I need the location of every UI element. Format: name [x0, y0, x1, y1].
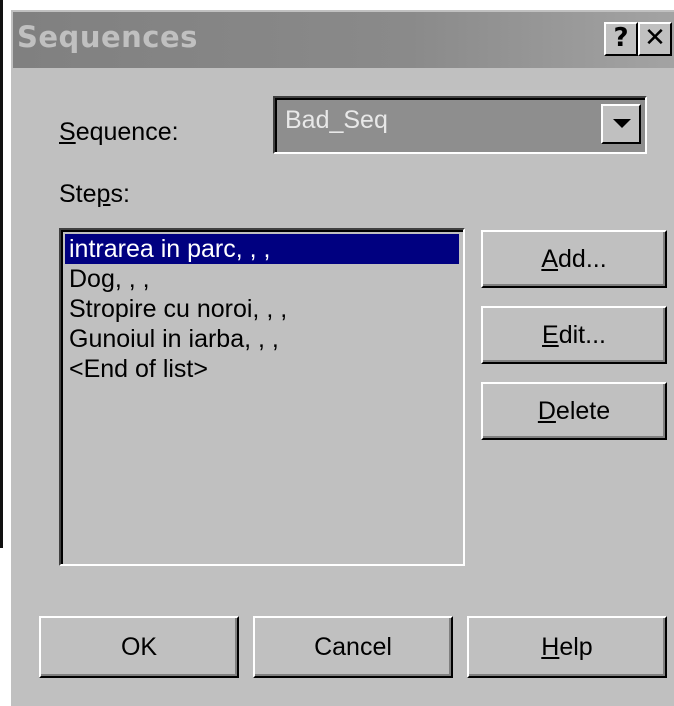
- edit-button-accel: E: [542, 321, 559, 349]
- steps-label-accel: p: [96, 180, 111, 208]
- steps-label-post: s:: [110, 180, 130, 208]
- sequence-label-accel: S: [59, 118, 76, 146]
- sequence-dropdown-value: Bad_Seq: [285, 106, 388, 134]
- list-item[interactable]: intrarea in parc, , ,: [65, 234, 459, 264]
- list-item[interactable]: Stropire cu noroi, , ,: [65, 294, 459, 324]
- cancel-button-label: Cancel: [314, 633, 392, 661]
- question-mark-icon: ?: [613, 23, 629, 53]
- sequence-label: Sequence:: [59, 118, 179, 147]
- list-item[interactable]: Gunoiul in iarba, , ,: [65, 324, 459, 354]
- add-button-accel: A: [541, 245, 559, 273]
- list-item[interactable]: <End of list>: [65, 354, 459, 384]
- steps-listbox[interactable]: intrarea in parc, , , Dog, , , Stropire …: [59, 228, 465, 566]
- add-button-rest: dd...: [558, 245, 607, 273]
- delete-button-accel: D: [537, 397, 556, 425]
- add-button[interactable]: Add...: [481, 230, 667, 288]
- edit-button[interactable]: Edit...: [481, 306, 667, 364]
- help-question-button[interactable]: ?: [604, 22, 638, 56]
- chevron-down-icon[interactable]: [601, 104, 641, 144]
- close-icon: ✕: [644, 23, 666, 53]
- delete-button[interactable]: Delete: [481, 382, 667, 440]
- steps-label: Steps:: [59, 180, 130, 209]
- sequences-dialog: Sequences ? ✕ Sequence: Bad_Seq Steps: i…: [9, 8, 674, 706]
- help-button-accel: H: [541, 633, 560, 661]
- sequence-dropdown[interactable]: Bad_Seq: [273, 96, 647, 154]
- steps-label-pre: Ste: [59, 180, 97, 208]
- edit-button-rest: dit...: [558, 321, 606, 349]
- dialog-title: Sequences: [17, 20, 198, 54]
- delete-button-rest: elete: [555, 397, 611, 425]
- ok-button-label: OK: [120, 633, 158, 661]
- cancel-button[interactable]: Cancel: [253, 616, 453, 678]
- help-button[interactable]: Help: [467, 616, 667, 678]
- sequence-label-rest: equence:: [75, 118, 179, 146]
- title-bar[interactable]: Sequences ? ✕: [13, 12, 674, 68]
- list-item[interactable]: Dog, , ,: [65, 264, 459, 294]
- help-button-rest: elp: [559, 633, 593, 661]
- ok-button[interactable]: OK: [39, 616, 239, 678]
- background-window-edge: [0, 0, 3, 548]
- close-button[interactable]: ✕: [638, 22, 672, 56]
